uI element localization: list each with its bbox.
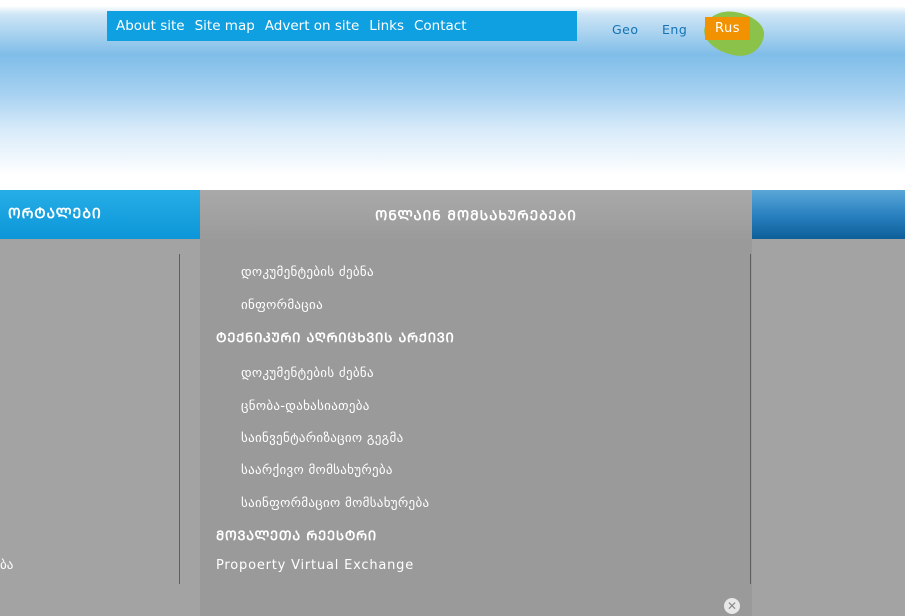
nav-site-map[interactable]: Site map [195, 18, 255, 34]
online-services-header[interactable]: ᲝᲜᲚᲐᲘᲜ ᲛᲝᲛᲡᲐᲮᲣᲠᲔᲑᲔᲑᲘ [200, 190, 752, 239]
online-services-title: ᲝᲜᲚᲐᲘᲜ ᲛᲝᲛᲡᲐᲮᲣᲠᲔᲑᲔᲑᲘ [375, 208, 577, 224]
tab-portals-label: ᲝᲠᲢᲐᲚᲔᲑᲘ [8, 206, 102, 222]
menu-item-information[interactable]: ინფორმაცია [241, 298, 323, 313]
left-divider [179, 254, 180, 584]
menu-item-archive-document-search[interactable]: დოკუმენტების ძებნა [241, 366, 374, 381]
left-column-partial-text[interactable]: ბა [0, 558, 13, 573]
tab-portals[interactable]: ᲝᲠᲢᲐᲚᲔᲑᲘ [0, 190, 200, 239]
nav-advert-on-site[interactable]: Advert on site [265, 18, 360, 34]
nav-contact[interactable]: Contact [414, 18, 467, 34]
right-divider [750, 254, 751, 584]
language-rus[interactable]: Rus [705, 17, 750, 40]
close-icon[interactable]: ✕ [724, 598, 740, 614]
band-right-segment [752, 190, 905, 239]
nav-links[interactable]: Links [369, 18, 404, 34]
menu-item-reference-certificate[interactable]: ცნობა-დახასიათება [241, 399, 370, 414]
menu-item-information-service[interactable]: საინფორმაციო მომსახურება [241, 496, 429, 511]
menu-item-archive-service[interactable]: საარქივო მომსახურება [241, 463, 393, 478]
menu-item-document-search[interactable]: დოკუმენტების ძებნა [241, 265, 374, 280]
language-geo[interactable]: Geo [612, 22, 639, 37]
menu-heading-debtors-registry[interactable]: ᲛᲝᲕᲐᲚᲔᲗᲐ ᲠᲔᲔᲡᲢᲠᲘ [216, 526, 377, 544]
top-navigation: About site Site map Advert on site Links… [107, 11, 577, 41]
language-eng[interactable]: Eng [662, 22, 687, 37]
menu-heading-technical-archive[interactable]: ᲢᲔᲥᲜᲘᲙᲣᲠᲘ ᲐᲦᲠᲘᲪᲮᲕᲘᲡ ᲐᲠᲥᲘᲕᲘ [216, 328, 455, 346]
menu-item-inventory-plan[interactable]: საინვენტარიზაციო გეგმა [241, 431, 403, 446]
menu-item-property-virtual-exchange[interactable]: Propoerty Virtual Exchange [216, 558, 414, 573]
nav-about-site[interactable]: About site [116, 18, 185, 34]
